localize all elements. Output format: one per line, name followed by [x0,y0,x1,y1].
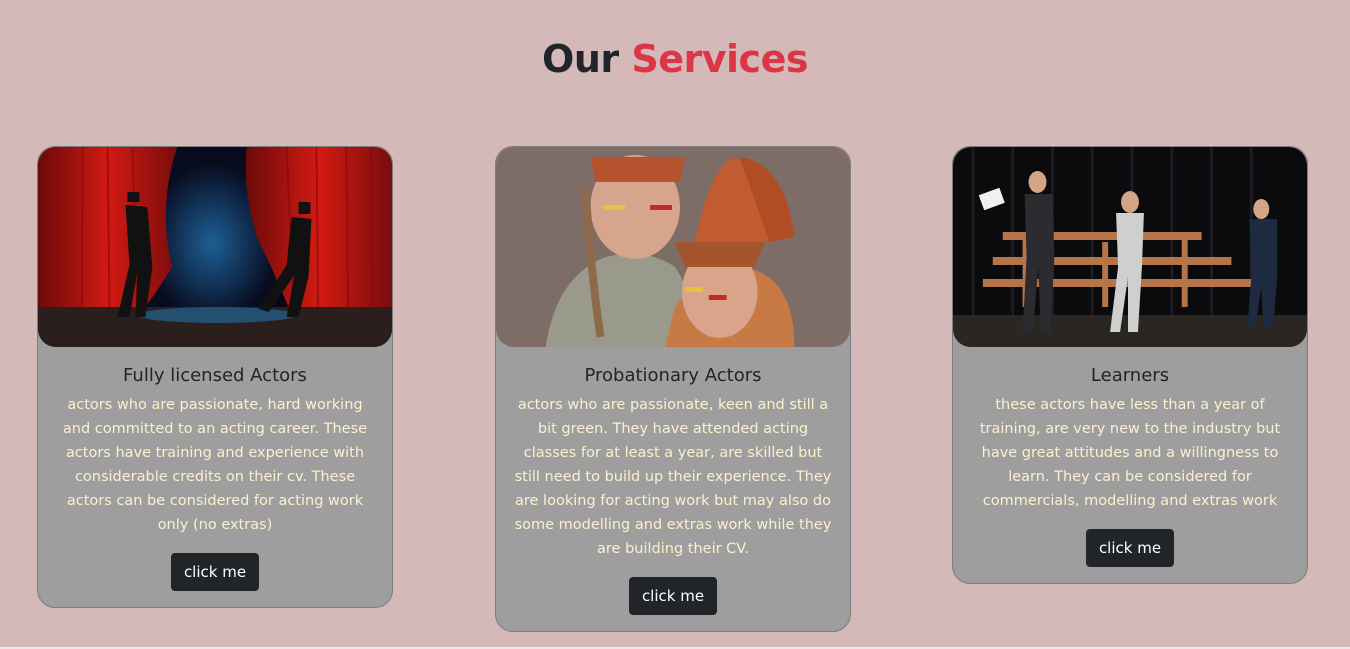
click-me-button[interactable]: click me [1085,529,1175,567]
page-title-part2: Services [631,37,808,82]
page-title: Our Services [0,37,1350,81]
service-card-probationary: Probationary Actors actors who are passi… [495,146,851,632]
card-image-children-costume [496,147,850,347]
page-title-part1: Our [542,37,619,82]
card-title: Learners [1090,365,1170,386]
card-title: Probationary Actors [584,365,762,386]
card-image-stage-rehearsal [953,147,1307,347]
card-image-stage-performers [38,147,392,347]
click-me-button[interactable]: click me [628,577,718,615]
card-description: these actors have less than a year of tr… [979,397,1281,509]
card-description: actors who are passionate, keen and stil… [514,397,832,557]
service-card-learners: Learners these actors have less than a y… [952,146,1308,584]
card-description: actors who are passionate, hard working … [62,397,368,533]
click-me-button[interactable]: click me [170,553,260,591]
card-title: Fully licensed Actors [123,365,307,386]
service-card-fully-licensed: Fully licensed Actors actors who are pas… [37,146,393,608]
